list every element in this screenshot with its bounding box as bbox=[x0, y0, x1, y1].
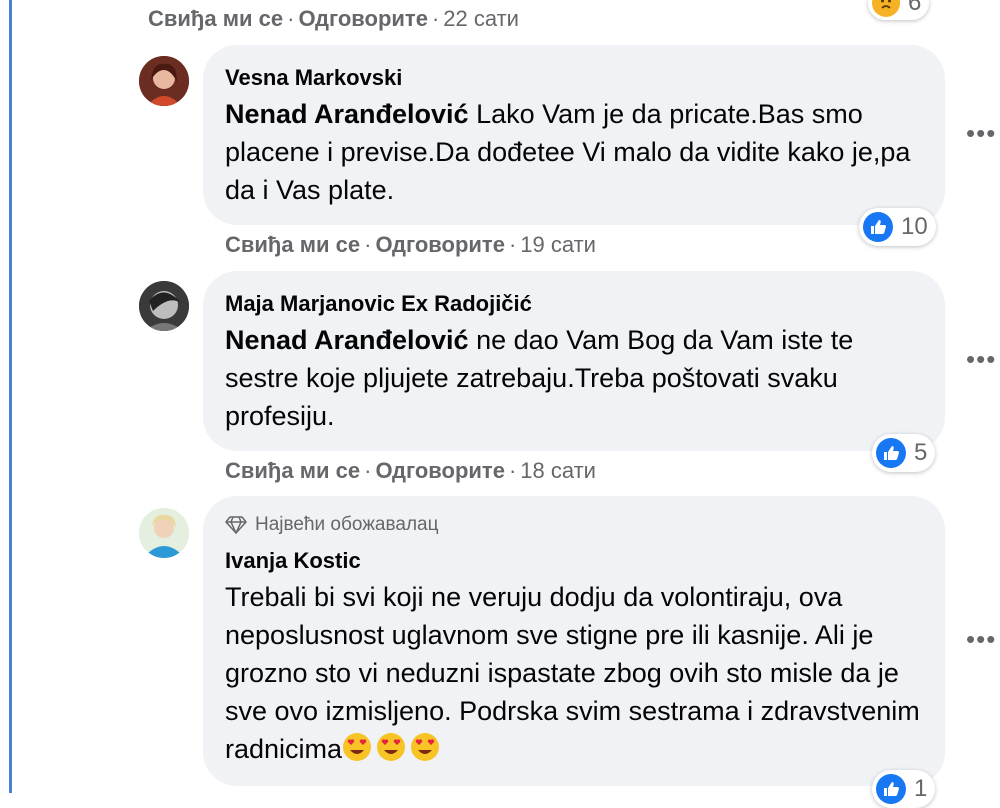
reaction-count: 10 bbox=[901, 213, 928, 240]
mention-link[interactable]: Nenad Aranđelović bbox=[225, 99, 469, 129]
like-icon bbox=[876, 438, 906, 468]
reply-link[interactable]: Одговорите bbox=[375, 232, 505, 257]
like-link[interactable]: Свиђа ми се bbox=[225, 232, 360, 257]
sad-reaction-icon bbox=[872, 0, 900, 17]
timestamp: 18 сати bbox=[520, 458, 596, 483]
comment-text: Nenad Aranđelović Lako Vam je da pricate… bbox=[225, 99, 911, 205]
like-link[interactable]: Свиђа ми се bbox=[225, 458, 360, 483]
like-icon bbox=[863, 212, 893, 242]
comment-meta: Свиђа ми се · Одговорите · 18 сати bbox=[225, 458, 596, 483]
reply-link[interactable]: Одговорите bbox=[298, 6, 428, 31]
avatar[interactable] bbox=[139, 281, 189, 331]
heart-eyes-emoji bbox=[343, 733, 372, 761]
top-fan-badge: Највећи обожавалац bbox=[225, 514, 438, 536]
reaction-count: 1 bbox=[914, 775, 928, 802]
mention-link[interactable]: Nenad Aranđelović bbox=[225, 325, 469, 355]
heart-eyes-emoji bbox=[377, 733, 406, 761]
reaction-count: 6 bbox=[908, 0, 922, 16]
timestamp: 22 сати bbox=[443, 6, 519, 31]
reaction-summary[interactable]: 5 bbox=[872, 434, 936, 472]
comment-bubble: Maja Marjanovic Ex Radojičić Nenad Aranđ… bbox=[203, 271, 945, 451]
like-link[interactable]: Свиђа ми се bbox=[148, 6, 283, 31]
comment-author[interactable]: Maja Marjanovic Ex Radojičić bbox=[225, 291, 532, 317]
comment-bubble: Највећи обожавалац Ivanja Kostic Trebali… bbox=[203, 496, 945, 786]
comment-author[interactable]: Ivanja Kostic bbox=[225, 548, 361, 574]
comment-author[interactable]: Vesna Markovski bbox=[225, 65, 402, 91]
more-options-icon[interactable]: ••• bbox=[966, 118, 996, 149]
more-options-icon[interactable]: ••• bbox=[966, 624, 996, 655]
timestamp: 19 сати bbox=[520, 232, 596, 257]
reaction-summary[interactable]: 10 bbox=[859, 208, 936, 246]
more-options-icon[interactable]: ••• bbox=[966, 344, 996, 375]
avatar[interactable] bbox=[139, 56, 189, 106]
thread-rule bbox=[0, 0, 12, 793]
like-icon bbox=[876, 774, 906, 804]
comment-meta: Свиђа ми се · Одговорите · 19 сати bbox=[225, 232, 596, 257]
top-reactions[interactable]: 6 bbox=[868, 0, 930, 20]
reply-link[interactable]: Одговорите bbox=[375, 458, 505, 483]
comment-bubble: Vesna Markovski Nenad Aranđelović Lako V… bbox=[203, 45, 945, 225]
reaction-count: 5 bbox=[914, 439, 928, 466]
comment-text: Nenad Aranđelović ne dao Vam Bog da Vam … bbox=[225, 325, 854, 431]
top-comment-meta: Свиђа ми се · Одговорите · 22 сати bbox=[148, 6, 519, 31]
comment-text: Trebali bi svi koji ne veruju dodju da v… bbox=[225, 582, 920, 764]
reaction-summary[interactable]: 1 bbox=[872, 770, 936, 808]
heart-eyes-emoji bbox=[411, 733, 440, 761]
avatar[interactable] bbox=[139, 508, 189, 558]
diamond-icon bbox=[225, 516, 247, 534]
